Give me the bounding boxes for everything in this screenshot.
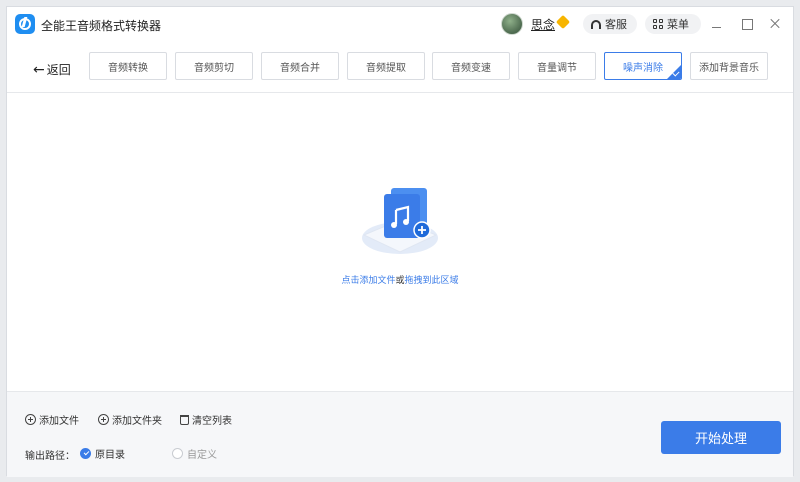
tab-audio-merge[interactable]: 音频合并: [261, 52, 339, 80]
username-link[interactable]: 思念: [531, 16, 555, 33]
back-arrow-icon: ←: [33, 61, 45, 78]
customer-service-label: 客服: [605, 18, 627, 31]
tab-label: 音频提取: [366, 62, 406, 74]
bottom-bar: 添加文件 添加文件夹 清空列表 输出路径： 原目录 自定义 开始处理: [7, 391, 793, 477]
drop-hint: 点击添加文件或拖拽到此区域: [7, 273, 793, 286]
app-logo-icon: [15, 14, 35, 34]
add-folder-button[interactable]: 添加文件夹: [98, 412, 162, 427]
tab-audio-extract[interactable]: 音频提取: [347, 52, 425, 80]
radio-label: 原目录: [95, 450, 125, 461]
tab-add-background-music[interactable]: 添加背景音乐: [690, 52, 768, 80]
headset-icon: [591, 19, 601, 29]
add-file-button[interactable]: 添加文件: [25, 412, 79, 427]
active-check-icon: [667, 65, 681, 79]
back-label: 返回: [46, 63, 71, 77]
avatar[interactable]: [501, 13, 523, 35]
maximize-button[interactable]: [739, 16, 755, 32]
minimize-button[interactable]: [709, 16, 725, 32]
output-original-dir-radio[interactable]: 原目录: [80, 446, 125, 461]
radio-checked-icon: [80, 448, 91, 459]
tab-label: 噪声消除: [623, 62, 663, 74]
plus-circle-icon: [25, 414, 36, 425]
app-title: 全能王音频格式转换器: [41, 19, 162, 33]
plus-circle-icon: [98, 414, 109, 425]
tab-audio-speed[interactable]: 音频变速: [432, 52, 510, 80]
app-window: 全能王音频格式转换器 思念 客服 菜单 ← 返回 音频转换 音频剪切 音频合并 …: [6, 6, 794, 477]
hint-or-text: 或: [395, 276, 405, 286]
vip-diamond-icon: [555, 14, 571, 30]
tool-tab-row: ← 返回 音频转换 音频剪切 音频合并 音频提取 音频变速 音量调节 噪声消除 …: [7, 43, 793, 93]
tab-label: 音频合并: [280, 62, 320, 74]
radio-unchecked-icon: [172, 448, 183, 459]
customer-service-button[interactable]: 客服: [583, 14, 637, 34]
close-button[interactable]: [767, 16, 783, 32]
start-processing-button[interactable]: 开始处理: [661, 421, 781, 454]
tab-label: 音量调节: [537, 62, 577, 74]
clear-list-button[interactable]: 清空列表: [180, 412, 232, 427]
tab-label: 音频转换: [108, 62, 148, 74]
drag-here-text: 拖拽到此区域: [404, 276, 459, 286]
title-bar: 全能王音频格式转换器 思念 客服 菜单: [7, 7, 793, 41]
menu-label: 菜单: [667, 18, 689, 31]
tab-label: 添加背景音乐: [699, 62, 759, 74]
click-add-file-link[interactable]: 点击添加文件: [341, 276, 395, 286]
tab-label: 音频变速: [451, 62, 491, 74]
music-file-add-icon: [362, 188, 438, 254]
menu-button[interactable]: 菜单: [645, 14, 701, 34]
tab-noise-removal[interactable]: 噪声消除: [604, 52, 682, 80]
tab-label: 音频剪切: [194, 62, 234, 74]
tab-audio-cut[interactable]: 音频剪切: [175, 52, 253, 80]
file-drop-area[interactable]: 点击添加文件或拖拽到此区域: [7, 94, 793, 391]
add-file-label: 添加文件: [39, 416, 79, 427]
radio-label: 自定义: [187, 450, 217, 461]
trash-icon: [180, 414, 189, 425]
grid-menu-icon: [653, 19, 663, 29]
tab-audio-convert[interactable]: 音频转换: [89, 52, 167, 80]
output-path-label: 输出路径：: [25, 451, 75, 462]
clear-list-label: 清空列表: [192, 416, 232, 427]
add-folder-label: 添加文件夹: [112, 416, 162, 427]
tab-volume-adjust[interactable]: 音量调节: [518, 52, 596, 80]
back-button[interactable]: ← 返回: [33, 61, 71, 78]
output-custom-dir-radio[interactable]: 自定义: [172, 446, 217, 461]
